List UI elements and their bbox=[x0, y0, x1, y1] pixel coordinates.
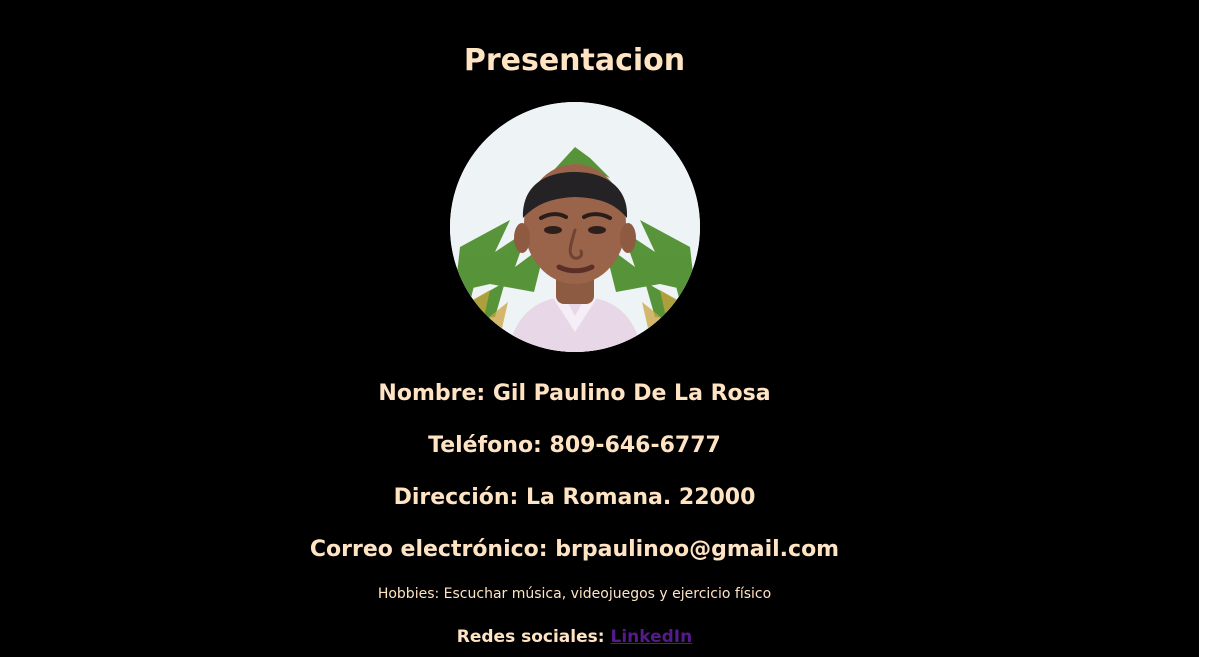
email-line: Correo electrónico: brpaulinoo@gmail.com bbox=[309, 537, 840, 562]
presentation-page: Presentacion Nombre: Gil Paulino De La R… bbox=[0, 0, 1199, 657]
name-line: Nombre: Gil Paulino De La Rosa bbox=[378, 381, 771, 406]
profile-photo bbox=[450, 102, 700, 352]
avatar bbox=[450, 102, 700, 352]
page-title: Presentacion bbox=[463, 43, 686, 78]
page-edge-gap bbox=[1199, 0, 1209, 657]
linkedin-link[interactable]: LinkedIn bbox=[610, 627, 692, 647]
phone-line: Teléfono: 809-646-6777 bbox=[428, 433, 721, 458]
social-label: Redes sociales: bbox=[456, 627, 605, 647]
social-line: Redes sociales: LinkedIn bbox=[0, 625, 1149, 649]
hobbies-line: Hobbies: Escuchar música, videojuegos y … bbox=[377, 586, 772, 602]
address-line: Dirección: La Romana. 22000 bbox=[393, 485, 756, 510]
